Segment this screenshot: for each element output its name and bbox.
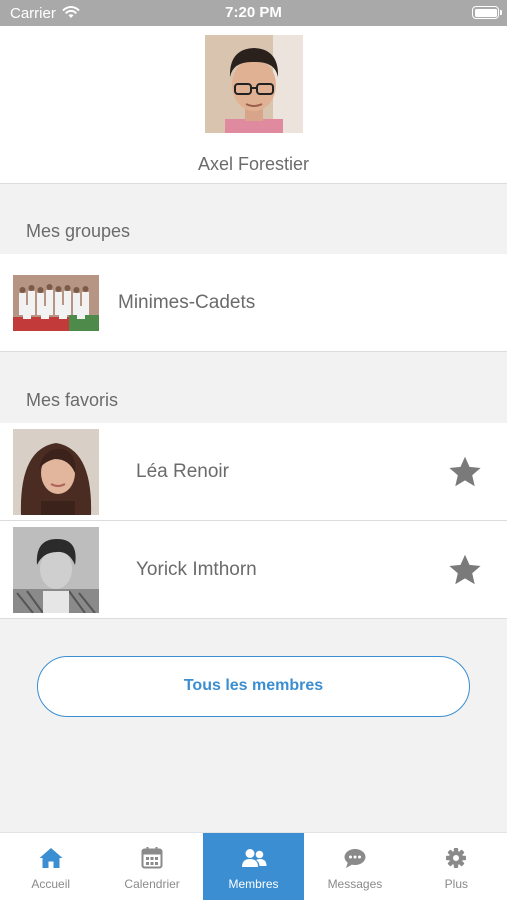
status-bar: Carrier 7:20 PM (0, 0, 507, 26)
all-members-button[interactable]: Tous les membres (37, 656, 470, 717)
home-icon (39, 848, 63, 868)
tab-accueil[interactable]: Accueil (0, 833, 101, 900)
profile-name: Axel Forestier (197, 154, 310, 174)
tab-label: Membres (228, 877, 279, 891)
chat-icon (344, 849, 366, 868)
tab-plus[interactable]: Plus (406, 833, 507, 900)
gear-icon (446, 848, 467, 868)
star-icon[interactable] (447, 454, 483, 490)
favorite-avatar (13, 429, 99, 515)
group-thumbnail (13, 275, 99, 331)
calendar-icon (141, 847, 163, 869)
star-icon[interactable] (447, 552, 483, 588)
favorite-name: Yorick Imthorn (136, 559, 257, 580)
tab-messages[interactable]: Messages (304, 833, 405, 900)
profile-header: Axel Forestier (0, 26, 507, 184)
tab-label: Messages (327, 877, 383, 891)
group-row[interactable]: Minimes-Cadets (0, 254, 507, 352)
tab-label: Calendrier (124, 877, 180, 891)
clock: 7:20 PM (225, 4, 282, 21)
favorite-avatar (13, 527, 99, 613)
tab-label: Accueil (31, 877, 71, 891)
tab-calendrier[interactable]: Calendrier (101, 833, 202, 900)
section-title-favorites: Mes favoris (26, 390, 119, 410)
avatar[interactable] (205, 35, 303, 133)
favorite-row[interactable]: Yorick Imthorn (0, 521, 507, 619)
tab-membres[interactable]: Membres (202, 833, 305, 900)
section-title-groups: Mes groupes (26, 221, 131, 241)
tab-label: Plus (444, 877, 468, 891)
tab-bar: Accueil Calendrier Membres Messages Plus (0, 832, 507, 900)
favorite-row[interactable]: Léa Renoir (0, 423, 507, 521)
group-name: Minimes-Cadets (118, 292, 256, 313)
favorite-name: Léa Renoir (136, 461, 229, 482)
users-icon (241, 849, 267, 867)
battery-icon (472, 6, 502, 19)
